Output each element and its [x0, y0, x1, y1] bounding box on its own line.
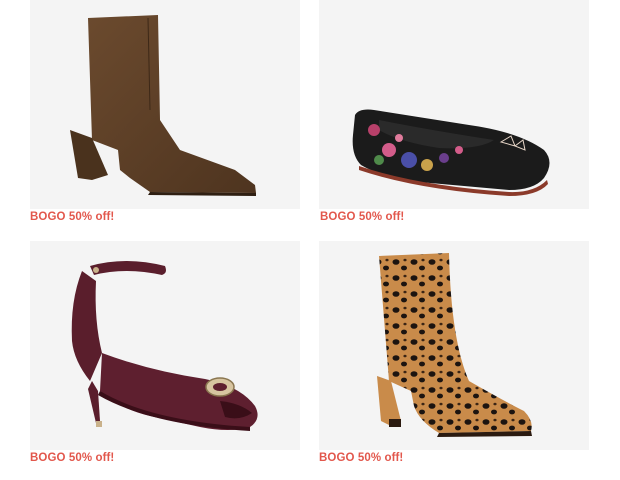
product-image[interactable]: [30, 241, 300, 450]
product-card[interactable]: BOGO 50% off!: [30, 241, 300, 464]
product-card[interactable]: BOGO 50% off!: [30, 0, 300, 223]
product-card[interactable]: BOGO 50% off!: [319, 241, 589, 464]
promo-label: BOGO 50% off!: [319, 452, 404, 464]
promo-label: BOGO 50% off!: [30, 452, 115, 464]
product-image[interactable]: [319, 0, 589, 209]
product-card[interactable]: BOGO 50% off!: [319, 0, 589, 223]
product-image[interactable]: [319, 241, 589, 450]
promo-label: BOGO 50% off!: [30, 211, 115, 223]
promo-label: BOGO 50% off!: [320, 211, 405, 223]
product-image[interactable]: [30, 0, 300, 209]
